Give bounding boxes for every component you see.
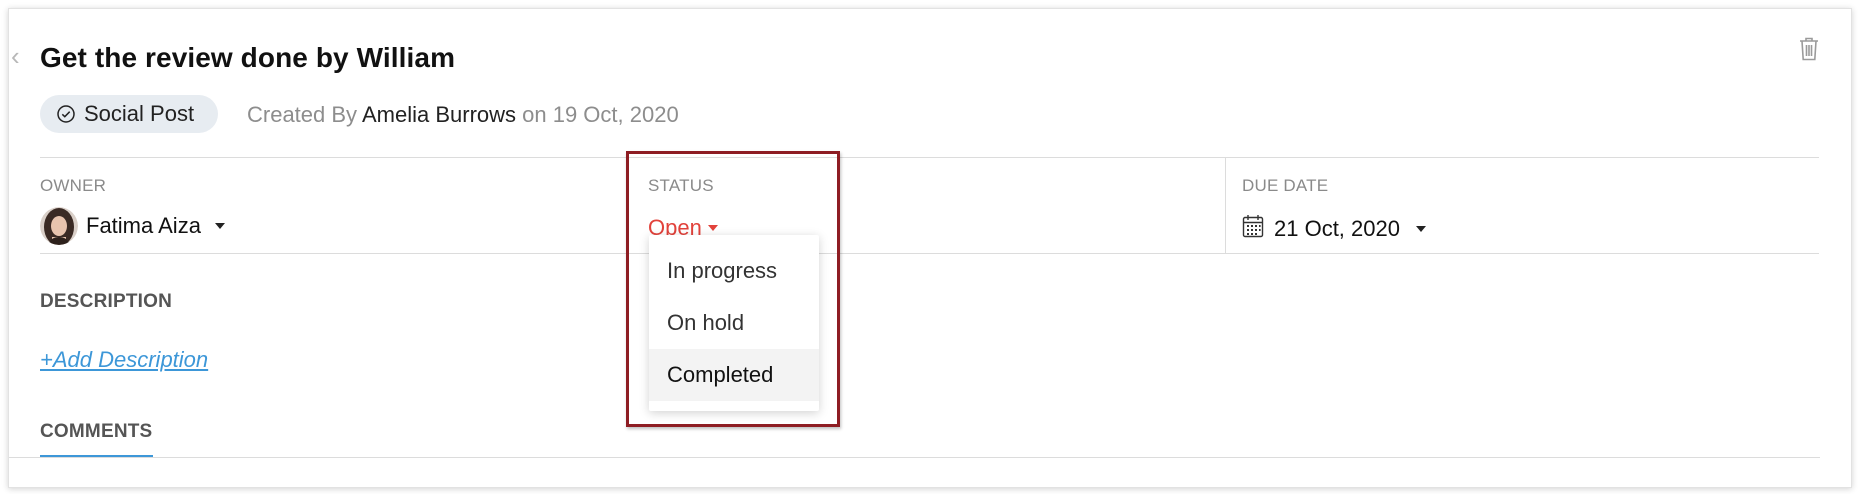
created-info: Created By Amelia Burrows on 19 Oct, 202…: [247, 102, 679, 128]
owner-selector[interactable]: Fatima Aiza: [40, 207, 225, 245]
divider: [40, 253, 1819, 254]
status-option-in-progress[interactable]: In progress: [649, 245, 819, 297]
created-date: on 19 Oct, 2020: [522, 102, 679, 127]
created-prefix: Created By: [247, 102, 358, 127]
add-description-link[interactable]: +Add Description: [40, 347, 208, 373]
due-date-label: DUE DATE: [1242, 176, 1329, 195]
owner-name: Fatima Aiza: [86, 213, 201, 238]
caret-down-icon: [1415, 226, 1426, 232]
calendar-icon: [1242, 214, 1264, 244]
divider: [9, 457, 1820, 458]
avatar: [40, 207, 78, 245]
created-by-name: Amelia Burrows: [361, 102, 517, 127]
tab-comments[interactable]: COMMENTS: [40, 421, 152, 443]
owner-label: OWNER: [40, 176, 107, 195]
status-dropdown-menu: In progress On hold Completed: [649, 235, 819, 411]
caret-down-icon: [214, 223, 225, 229]
task-detail-panel: ‹ Get the review done by William Social …: [8, 8, 1852, 488]
description-label: DESCRIPTION: [40, 291, 173, 312]
back-arrow-icon[interactable]: ‹: [11, 43, 23, 71]
status-option-completed[interactable]: Completed: [649, 349, 819, 401]
due-date-value: 21 Oct, 2020: [1274, 216, 1400, 241]
task-type-label: Social Post: [84, 101, 195, 126]
task-title: Get the review done by William: [40, 42, 456, 73]
trash-icon[interactable]: [1797, 35, 1821, 63]
divider: [40, 157, 1819, 158]
task-type-chip: Social Post: [40, 95, 219, 133]
due-date-selector[interactable]: 21 Oct, 2020: [1242, 214, 1426, 244]
divider: [1225, 157, 1226, 253]
status-option-on-hold[interactable]: On hold: [649, 297, 819, 349]
check-circle-icon: [56, 104, 76, 124]
